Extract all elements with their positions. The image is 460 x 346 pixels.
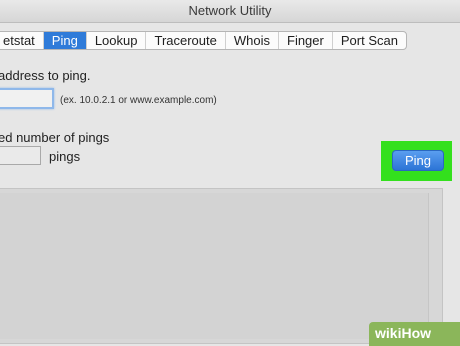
wikihow-logo-text: wikiHow bbox=[375, 325, 432, 341]
tab-whois[interactable]: Whois bbox=[226, 32, 279, 49]
address-hint: (ex. 10.0.2.1 or www.example.com) bbox=[60, 95, 217, 106]
pings-unit-label: pings bbox=[49, 149, 81, 164]
output-text-area[interactable] bbox=[0, 193, 429, 339]
address-input[interactable] bbox=[0, 88, 54, 109]
tab-netstat[interactable]: etstat bbox=[0, 32, 44, 49]
wikihow-watermark: wikiHow bbox=[369, 322, 460, 346]
tab-ping[interactable]: Ping bbox=[43, 32, 87, 49]
tab-lookup[interactable]: Lookup bbox=[87, 32, 147, 49]
tab-port-scan[interactable]: Port Scan bbox=[333, 32, 406, 49]
pings-option-label[interactable]: ed number of pings bbox=[0, 130, 109, 145]
address-prompt-label: address to ping. bbox=[0, 68, 91, 83]
pings-count-input[interactable] bbox=[0, 146, 41, 165]
window-title: Network Utility bbox=[188, 3, 272, 18]
tab-bar: etstat Ping Lookup Traceroute Whois Fing… bbox=[0, 31, 407, 50]
tab-finger[interactable]: Finger bbox=[279, 32, 333, 49]
window-titlebar: Network Utility bbox=[0, 0, 460, 23]
output-panel bbox=[0, 188, 443, 344]
ping-button[interactable]: Ping bbox=[392, 150, 444, 171]
tab-traceroute[interactable]: Traceroute bbox=[146, 32, 226, 49]
